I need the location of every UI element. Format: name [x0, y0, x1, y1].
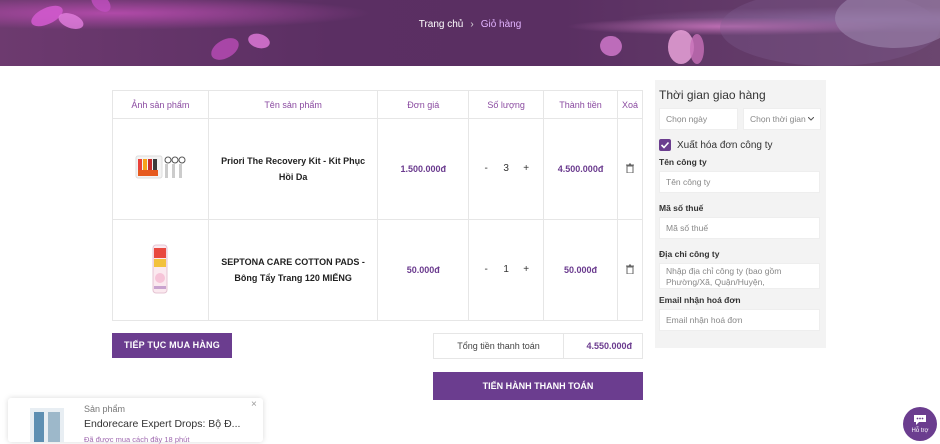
popup-product-image	[30, 408, 64, 442]
time-select[interactable]: Chọn thời gian	[743, 108, 821, 130]
total-value: 4.550.000đ	[586, 341, 632, 351]
delivery-time-row: Chọn ngày Chọn thời gian	[659, 108, 821, 130]
breadcrumb-current: Giỏ hàng	[480, 19, 522, 30]
email-label: Email nhận hoá đơn	[659, 295, 741, 305]
popup-kicker: Sản phẩm	[84, 404, 126, 414]
support-chat-button[interactable]: Hỗ trợ	[903, 407, 937, 441]
time-select-label: Chọn thời gian	[750, 114, 806, 124]
check-icon	[660, 141, 670, 149]
delivery-panel: Thời gian giao hàng Chọn ngày Chọn thời …	[655, 80, 826, 348]
table-header-row: Ảnh sản phẩm Tên sản phẩm Đơn giá Số lượ…	[112, 90, 643, 119]
product-name[interactable]: Priori The Recovery Kit - Kit Phục Hồi D…	[207, 118, 379, 220]
breadcrumb-separator: ›	[470, 19, 474, 30]
line-subtotal: 4.500.000đ	[543, 118, 618, 220]
popup-product-name[interactable]: Endorecare Expert Drops: Bộ Đ...	[84, 418, 240, 430]
line-subtotal: 50.000đ	[543, 219, 618, 321]
address-label: Địa chỉ công ty	[659, 249, 720, 259]
unit-price: 1.500.000đ	[377, 118, 470, 220]
tax-label: Mã số thuế	[659, 203, 704, 213]
tax-input[interactable]: Mã số thuế	[659, 217, 820, 239]
invoice-checkbox[interactable]	[659, 139, 671, 151]
qty-decrease-button[interactable]: -	[476, 159, 496, 179]
invoice-checkbox-label: Xuất hóa đơn công ty	[677, 139, 773, 151]
email-input[interactable]: Email nhận hoá đơn	[659, 309, 820, 331]
date-picker-input[interactable]: Chọn ngày	[659, 108, 738, 130]
popup-close-button[interactable]: ×	[251, 399, 257, 410]
hero-banner: Trang chủ › Giỏ hàng	[0, 0, 940, 66]
qty-value[interactable]: 3	[496, 159, 516, 179]
checkout-button[interactable]: TIẾN HÀNH THANH TOÁN	[433, 372, 643, 400]
company-input[interactable]: Tên công ty	[659, 171, 820, 193]
chat-bubble-icon	[914, 415, 926, 425]
product-image-recovery-kit[interactable]	[134, 150, 186, 186]
invoice-checkbox-row[interactable]: Xuất hóa đơn công ty	[659, 139, 821, 151]
qty-increase-button[interactable]: +	[516, 159, 536, 179]
trash-icon[interactable]	[625, 264, 635, 274]
qty-increase-button[interactable]: +	[516, 260, 536, 280]
cart-table: Ảnh sản phẩm Tên sản phẩm Đơn giá Số lượ…	[112, 90, 643, 321]
quantity-cell: - 3 +	[468, 118, 545, 220]
support-label: Hỗ trợ	[911, 428, 929, 434]
qty-value[interactable]: 1	[496, 260, 516, 280]
quantity-cell: - 1 +	[468, 219, 545, 321]
qty-decrease-button[interactable]: -	[476, 260, 496, 280]
col-header-quantity: Số lượng	[468, 90, 545, 119]
delete-cell	[617, 219, 643, 321]
col-header-name: Tên sản phẩm	[207, 90, 379, 119]
popup-subtext: Đã được mua cách đây 18 phút	[84, 435, 190, 444]
breadcrumb-home[interactable]: Trang chủ	[419, 19, 464, 30]
delivery-title: Thời gian giao hàng	[659, 88, 766, 102]
quantity-stepper: - 1 +	[476, 260, 536, 280]
address-textarea[interactable]: Nhập địa chỉ công ty (bao gồm Phường/Xã,…	[659, 263, 820, 289]
product-image-cell	[112, 219, 209, 321]
col-header-delete: Xoá	[617, 90, 643, 119]
unit-price: 50.000đ	[377, 219, 470, 321]
table-row: Priori The Recovery Kit - Kit Phục Hồi D…	[112, 118, 643, 220]
quantity-stepper: - 3 +	[476, 159, 536, 179]
table-row: SEPTONA CARE COTTON PADS - Bông Tẩy Tran…	[112, 219, 643, 321]
product-image-cell	[112, 118, 209, 220]
order-total: Tổng tiền thanh toán 4.550.000đ	[433, 333, 643, 359]
breadcrumb: Trang chủ › Giỏ hàng	[0, 19, 940, 30]
trash-icon[interactable]	[625, 163, 635, 173]
company-label: Tên công ty	[659, 157, 707, 167]
product-image-cotton-pads[interactable]	[150, 242, 170, 296]
total-label: Tổng tiền thanh toán	[434, 334, 564, 358]
col-header-price: Đơn giá	[377, 90, 470, 119]
product-name[interactable]: SEPTONA CARE COTTON PADS - Bông Tẩy Tran…	[207, 219, 379, 321]
col-header-image: Ảnh sản phẩm	[112, 90, 209, 119]
col-header-subtotal: Thành tiền	[543, 90, 618, 119]
delete-cell	[617, 118, 643, 220]
chevron-down-icon	[808, 117, 814, 121]
continue-shopping-button[interactable]: TIẾP TỤC MUA HÀNG	[112, 333, 232, 358]
recent-purchase-popup[interactable]: Sản phẩm Endorecare Expert Drops: Bộ Đ..…	[8, 398, 263, 444]
